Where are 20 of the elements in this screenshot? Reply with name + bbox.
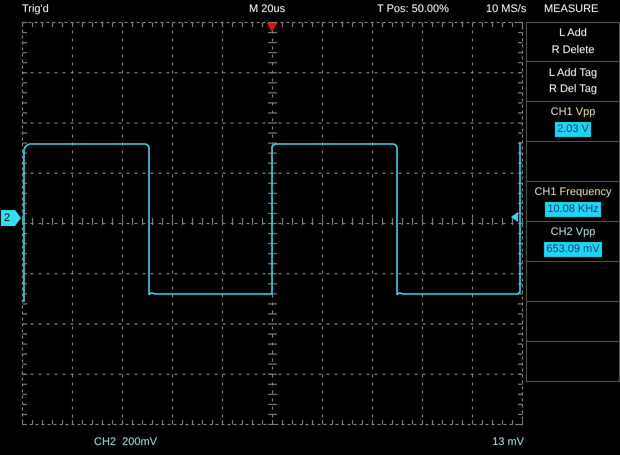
timebase-readout: M 20us [249, 3, 286, 17]
menu-option[interactable]: L Add [559, 27, 587, 40]
measurement-label: CH1 Frequency [534, 186, 612, 200]
measurement-label: CH2 Vpp [550, 226, 596, 240]
channel-marker: 2 [1, 210, 21, 226]
measurement-value: 10.08 KHz [545, 202, 601, 218]
menu-title: MEASURE [544, 3, 598, 17]
trigger-status: Trig'd [22, 3, 50, 17]
menu-option[interactable]: R Del Tag [548, 83, 598, 96]
sample-rate-readout: 10 MS/s [486, 3, 528, 17]
trigger-position-marker [267, 23, 277, 32]
trigger-position-readout: T Pos: 50.00% [377, 3, 450, 17]
menu-option[interactable]: L Add Tag [548, 66, 598, 80]
trigger-level-marker [511, 212, 518, 222]
measurement-value: 653.09 mV [544, 242, 602, 258]
measurement-label: CH1 Vpp [550, 106, 596, 120]
channel-scale-readout: CH2 200mV [94, 436, 158, 450]
measurement-value: 2.03 V [555, 122, 591, 138]
trigger-level-readout: 13 mV [491, 436, 524, 450]
menu-option[interactable]: R Delete [552, 44, 594, 57]
